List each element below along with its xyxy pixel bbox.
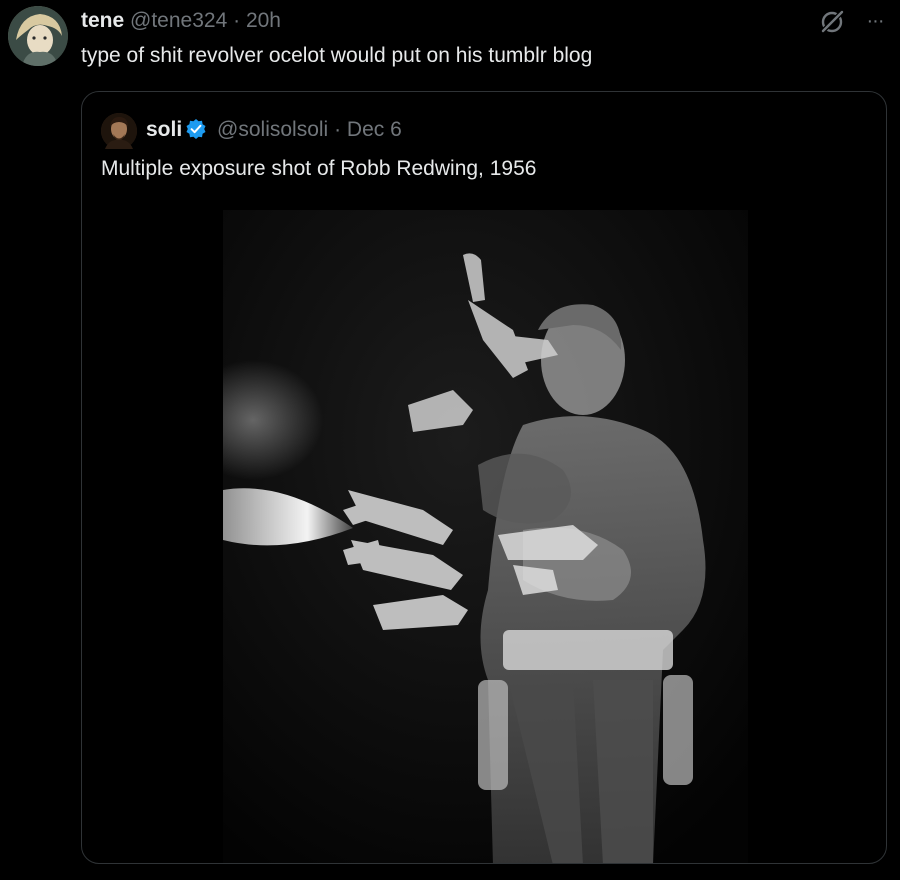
tweet-text: type of shit revolver ocelot would put o… (81, 44, 593, 67)
user-handle[interactable]: @tene324 (130, 9, 227, 32)
more-icon[interactable]: ··· (860, 8, 890, 36)
separator: · (233, 9, 241, 32)
quoted-tweet[interactable]: soli @solisolsoli · Dec 6 Multiple expos… (81, 91, 887, 864)
tweet[interactable]: tene @tene324 · 20h ··· type of shit rev… (0, 0, 900, 880)
tweet-header: tene @tene324 · 20h (81, 8, 281, 34)
quoted-avatar[interactable] (101, 113, 137, 149)
quoted-separator: · (334, 118, 342, 141)
quoted-handle[interactable]: @solisolsoli (217, 118, 328, 141)
quoted-photo[interactable] (223, 210, 748, 863)
avatar[interactable] (8, 6, 68, 66)
quoted-header: soli @solisolsoli · Dec 6 (146, 117, 402, 143)
quoted-date[interactable]: Dec 6 (347, 118, 402, 141)
grok-icon[interactable] (818, 8, 846, 36)
quoted-display-name[interactable]: soli (146, 118, 182, 141)
display-name[interactable]: tene (81, 9, 124, 32)
verified-badge-icon (185, 118, 207, 140)
timestamp[interactable]: 20h (246, 9, 281, 32)
quoted-text: Multiple exposure shot of Robb Redwing, … (101, 157, 537, 180)
